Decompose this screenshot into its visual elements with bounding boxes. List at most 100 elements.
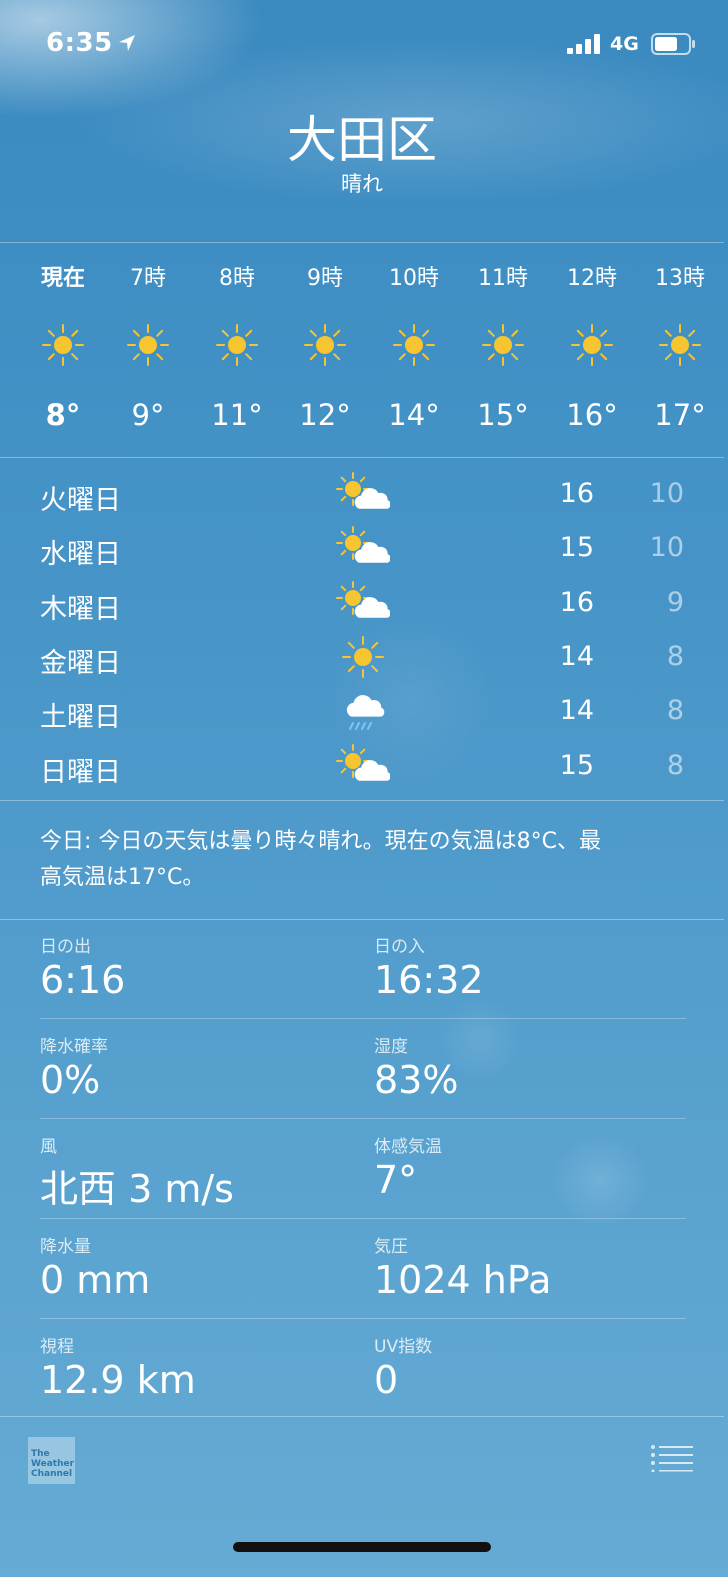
hour-icon bbox=[374, 323, 454, 367]
location-arrow-icon bbox=[119, 35, 135, 51]
hour-label: 9時 bbox=[307, 266, 343, 291]
weather-channel-logo[interactable]: The Weather Channel bbox=[28, 1437, 75, 1484]
partly-cloudy-icon bbox=[336, 472, 391, 509]
detail-label: 降水量 bbox=[40, 1237, 91, 1257]
day-name: 火曜日 bbox=[40, 485, 121, 516]
detail-value: 北西 3 m/s bbox=[40, 1167, 234, 1211]
divider bbox=[0, 919, 724, 920]
sun-icon bbox=[304, 324, 346, 366]
detail-label: 視程 bbox=[40, 1337, 74, 1357]
day-icon bbox=[336, 472, 391, 516]
hour-label: 8時 bbox=[219, 266, 255, 291]
detail-label: 湿度 bbox=[374, 1037, 408, 1057]
detail-label: 日の入 bbox=[374, 937, 425, 957]
detail-value: 0 mm bbox=[40, 1258, 151, 1302]
day-icon bbox=[336, 744, 391, 788]
hour-icon bbox=[640, 323, 720, 367]
partly-cloudy-icon bbox=[336, 526, 391, 563]
day-high-temp: 15 bbox=[559, 750, 594, 781]
sun-icon bbox=[216, 324, 258, 366]
detail-value: 0 bbox=[374, 1358, 399, 1402]
detail-label: 降水確率 bbox=[40, 1037, 108, 1057]
hour-label: 7時 bbox=[130, 266, 166, 291]
hour-temp: 16° bbox=[566, 398, 618, 432]
hour-icon bbox=[23, 323, 103, 367]
detail-value: 16:32 bbox=[374, 958, 484, 1002]
current-condition: 晴れ bbox=[341, 172, 383, 196]
hour-temp: 8° bbox=[45, 398, 81, 432]
day-high-temp: 16 bbox=[559, 587, 594, 618]
divider bbox=[0, 800, 724, 801]
day-high-temp: 14 bbox=[559, 695, 594, 726]
day-icon bbox=[336, 689, 390, 733]
logo-text: The Weather Channel bbox=[31, 1449, 75, 1479]
home-indicator[interactable] bbox=[233, 1542, 491, 1552]
detail-separator bbox=[40, 1118, 686, 1119]
hour-label: 12時 bbox=[567, 266, 617, 291]
day-low-temp: 8 bbox=[666, 695, 684, 726]
day-low-temp: 10 bbox=[649, 478, 684, 509]
hour-temp: 17° bbox=[654, 398, 706, 432]
hour-label: 13時 bbox=[655, 266, 705, 291]
partly-cloudy-icon bbox=[336, 744, 391, 781]
sun-icon bbox=[342, 636, 384, 678]
divider bbox=[0, 1416, 724, 1417]
summary-line: 高気温は17°C。 bbox=[40, 865, 205, 890]
day-name: 土曜日 bbox=[40, 702, 121, 733]
rain-cloud-icon bbox=[346, 695, 385, 730]
day-name: 水曜日 bbox=[40, 539, 121, 570]
day-icon bbox=[336, 581, 391, 625]
hour-icon bbox=[285, 323, 365, 367]
sun-icon bbox=[482, 324, 524, 366]
detail-value: 1024 hPa bbox=[374, 1258, 552, 1302]
divider bbox=[0, 242, 724, 243]
detail-label: 気圧 bbox=[374, 1237, 408, 1257]
battery-icon bbox=[651, 33, 695, 55]
day-low-temp: 9 bbox=[666, 587, 684, 618]
detail-label: 体感気温 bbox=[374, 1137, 442, 1157]
summary-line: 今日: 今日の天気は曇り時々晴れ。現在の気温は8°C、最 bbox=[40, 829, 601, 854]
detail-value: 6:16 bbox=[40, 958, 126, 1002]
status-time: 6:35 bbox=[46, 28, 113, 58]
day-low-temp: 10 bbox=[649, 532, 684, 563]
hour-temp: 11° bbox=[211, 398, 263, 432]
hour-icon bbox=[463, 323, 543, 367]
detail-label: UV指数 bbox=[374, 1337, 433, 1357]
day-name: 木曜日 bbox=[40, 594, 121, 625]
detail-value: 12.9 km bbox=[40, 1358, 196, 1402]
today-summary: 今日: 今日の天気は曇り時々晴れ。現在の気温は8°C、最 高気温は17°C。 bbox=[40, 824, 690, 896]
detail-label: 日の出 bbox=[40, 937, 91, 957]
hour-icon bbox=[552, 323, 632, 367]
detail-separator bbox=[40, 1318, 686, 1319]
list-icon[interactable] bbox=[650, 1444, 694, 1472]
day-name: 日曜日 bbox=[40, 757, 121, 788]
detail-separator bbox=[40, 1018, 686, 1019]
sun-icon bbox=[659, 324, 701, 366]
detail-separator bbox=[40, 1218, 686, 1219]
divider bbox=[0, 457, 724, 458]
day-low-temp: 8 bbox=[666, 641, 684, 672]
day-icon bbox=[336, 635, 390, 679]
hour-label: 現在 bbox=[40, 266, 85, 291]
sun-icon bbox=[571, 324, 613, 366]
detail-value: 83% bbox=[374, 1058, 459, 1102]
partly-cloudy-icon bbox=[336, 581, 391, 618]
day-high-temp: 14 bbox=[559, 641, 594, 672]
hour-temp: 15° bbox=[477, 398, 529, 432]
hour-icon bbox=[108, 323, 188, 367]
day-high-temp: 16 bbox=[559, 478, 594, 509]
day-icon bbox=[336, 526, 391, 570]
hour-temp: 12° bbox=[299, 398, 351, 432]
hour-label: 11時 bbox=[478, 266, 528, 291]
hour-icon bbox=[197, 323, 277, 367]
sun-icon bbox=[127, 324, 169, 366]
detail-value: 7° bbox=[374, 1158, 418, 1202]
cellular-signal-icon bbox=[567, 34, 600, 54]
city-name: 大田区 bbox=[287, 111, 437, 169]
day-low-temp: 8 bbox=[666, 750, 684, 781]
detail-value: 0% bbox=[40, 1058, 101, 1102]
hour-label: 10時 bbox=[389, 266, 439, 291]
day-high-temp: 15 bbox=[559, 532, 594, 563]
detail-label: 風 bbox=[40, 1137, 57, 1157]
sun-icon bbox=[42, 324, 84, 366]
